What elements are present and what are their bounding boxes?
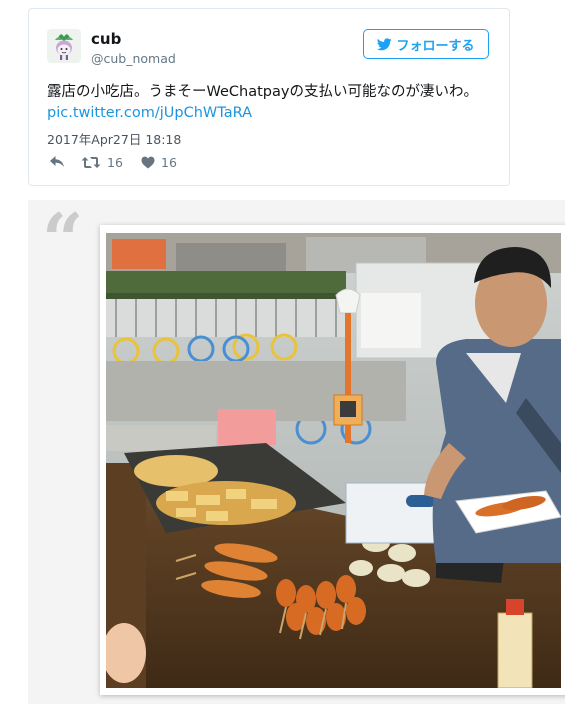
author-name[interactable]: cub <box>91 30 121 48</box>
tweet-timestamp[interactable]: 2017年Apr27日 18:18 <box>47 129 181 148</box>
embedded-tweet-card: cub @cub_nomad フォローする 露店の小吃店。うまそーWeChatp… <box>28 8 510 186</box>
author-avatar[interactable] <box>47 29 81 63</box>
follow-button-label: フォローする <box>396 38 475 54</box>
retweet-icon <box>81 157 101 168</box>
tweet-body: 露店の小吃店。うまそーWeChatpayの支払い可能なのが凄いわ。 <box>47 84 478 100</box>
reply-icon <box>50 156 64 167</box>
tweet-media-link[interactable]: pic.twitter.com/jUpChWTaRA <box>47 105 252 121</box>
retweet-count: 16 <box>107 155 123 170</box>
like-count: 16 <box>161 155 177 170</box>
follow-button[interactable]: フォローする <box>363 29 489 59</box>
tweet-text: 露店の小吃店。うまそーWeChatpayの支払い可能なのが凄いわ。 pic.tw… <box>47 82 487 124</box>
street-food-photo[interactable] <box>106 233 561 688</box>
like-button[interactable]: 16 <box>141 155 177 170</box>
quote-mark-icon: “ <box>42 197 84 282</box>
twitter-bird-icon <box>377 37 393 50</box>
quote-block: “ <box>28 200 565 704</box>
heart-icon <box>141 156 155 169</box>
reply-button[interactable] <box>49 155 65 168</box>
photo-frame <box>100 225 565 695</box>
retweet-button[interactable]: 16 <box>81 155 123 170</box>
author-handle[interactable]: @cub_nomad <box>91 51 176 66</box>
turnip-avatar-icon <box>47 29 81 63</box>
